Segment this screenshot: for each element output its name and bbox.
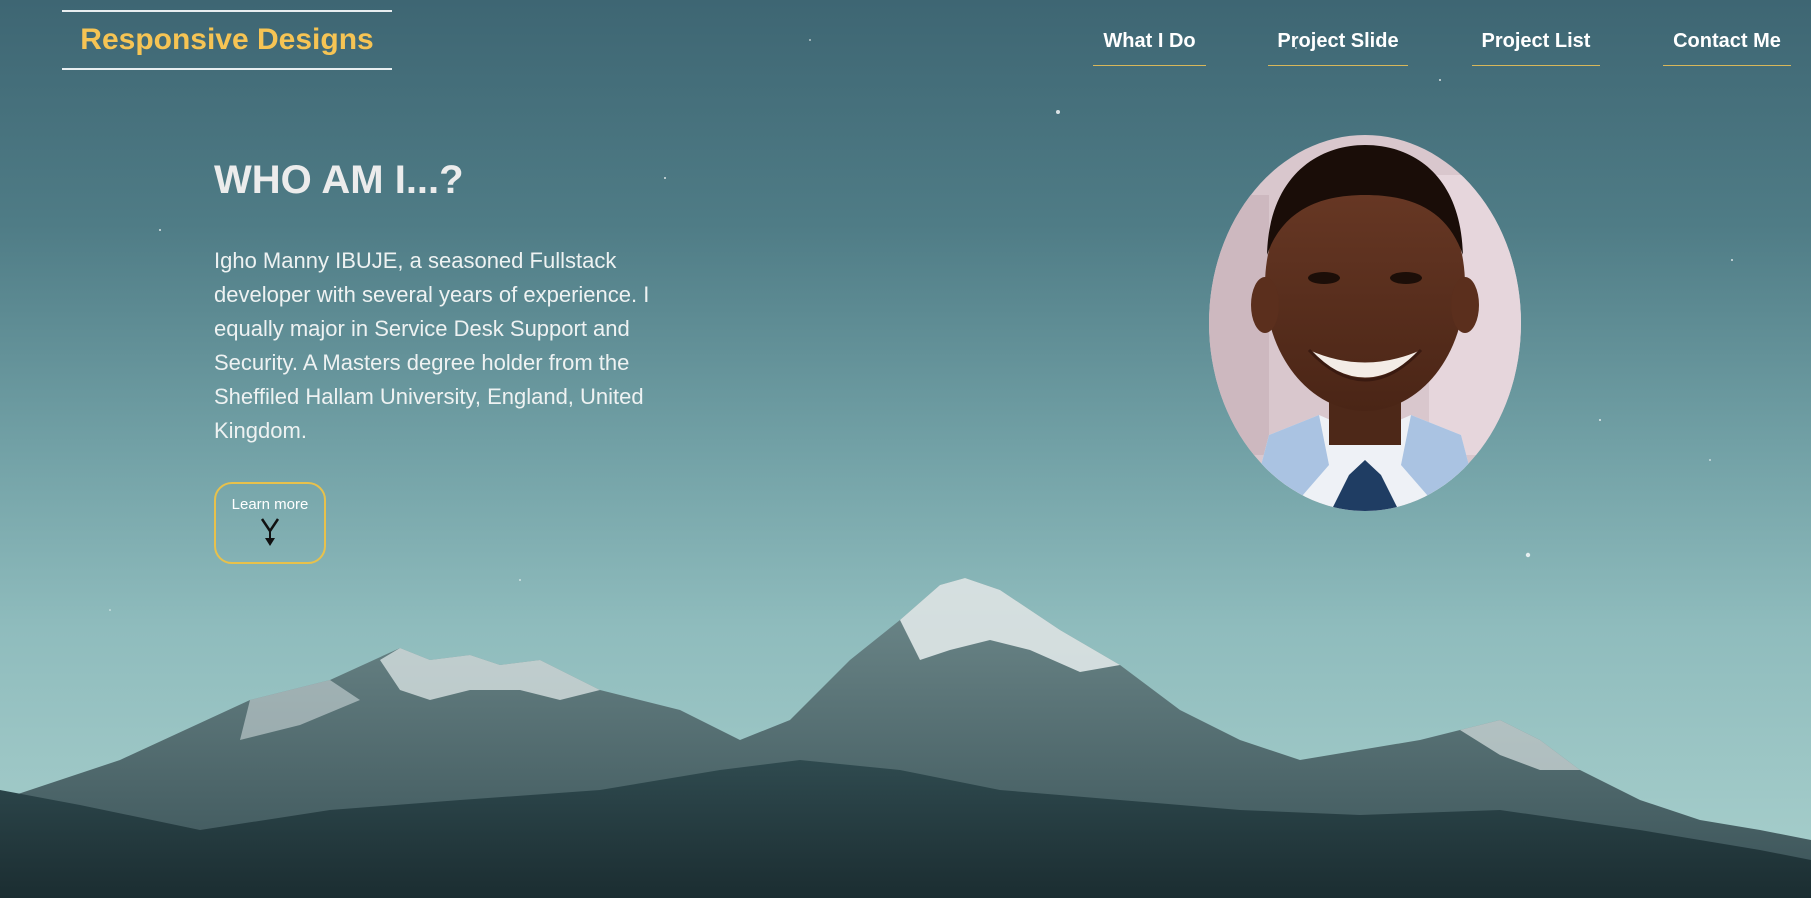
learn-more-button[interactable]: Learn more [214, 482, 326, 564]
profile-portrait [1209, 135, 1521, 511]
site-logo[interactable]: Responsive Designs [62, 10, 392, 70]
arrow-down-icon [260, 518, 280, 546]
nav-link-project-slide[interactable]: Project Slide [1268, 24, 1408, 66]
logo-text: Responsive Designs [80, 23, 374, 56]
hero-description: Igho Manny IBUJE, a seasoned Fullstack d… [214, 248, 650, 443]
learn-more-label: Learn more [231, 496, 309, 513]
hero-title: WHO AM I...? [214, 158, 464, 202]
nav-link-contact-me[interactable]: Contact Me [1663, 24, 1791, 66]
nav-link-what-i-do[interactable]: What I Do [1093, 24, 1206, 66]
mountain-background [0, 39, 1811, 898]
nav-link-project-list[interactable]: Project List [1472, 24, 1600, 66]
